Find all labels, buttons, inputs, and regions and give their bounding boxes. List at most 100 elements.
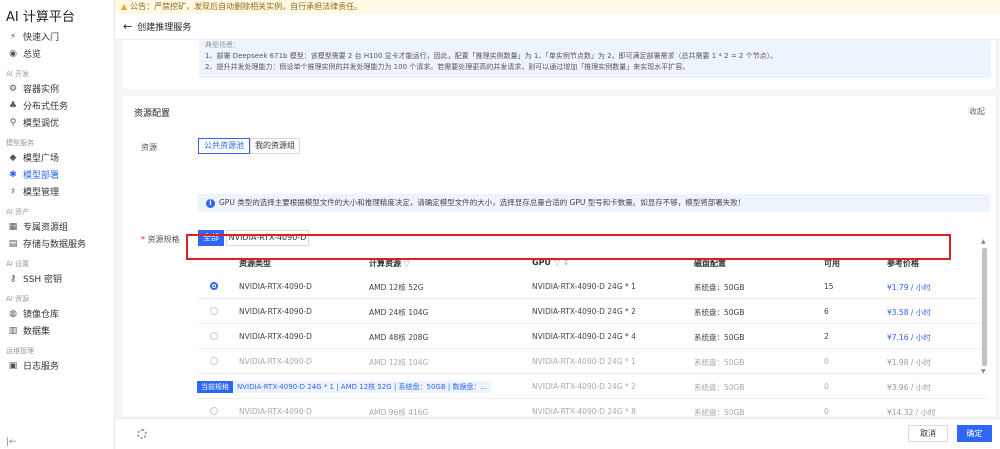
sidebar-item-layers[interactable]: ◆ 模型广场 [0,149,114,166]
cell-gpu: NVIDIA-RTX-4090-D 24G * 8 [532,407,636,416]
sidebar-item-label: 模型管理 [23,188,60,198]
scroll-down-icon[interactable]: ▼ [981,368,986,375]
sidebar-item-label: SSH 密钥 [23,275,63,285]
sidebar-item-resource-group[interactable]: ▦ 专属资源组 [0,218,114,235]
sidebar-item-network[interactable]: ♣ 分布式任务 [0,97,114,114]
cell-disk: 系统盘：50GB [694,308,745,317]
container-icon: ⚙ [8,83,18,94]
row-radio[interactable] [210,332,218,340]
row-radio [210,357,218,365]
sidebar-item-label: 总览 [23,50,42,60]
sidebar-item-dataset[interactable]: ▥ 数据集 [0,322,114,339]
footer-bar: 取消 确定 [115,418,1000,449]
cell-compute: AMD 12核 104G [369,358,429,367]
scenario-tip: 典型场景： 1、部署 Deepseek 671b 模型：该模型需要 2 台 H1… [199,40,991,78]
section-title: 资源配置 [134,109,171,119]
storage-icon: ▤ [8,238,18,249]
dashboard-icon: ◉ [9,48,17,59]
selection-highlight-box [186,234,951,260]
table-row[interactable]: NVIDIA-RTX-4090-D AMD 12核 52G NVIDIA-RTX-4… [198,274,988,299]
cell-avail: 2 [824,332,829,341]
cell-type: NVIDIA-RTX-4090-D [239,307,312,316]
log-icon: ▣ [8,360,18,371]
sidebar-item-label: 分布式任务 [23,102,69,112]
sidebar-group-title: AI 设置 [6,260,30,268]
sidebar-item-log[interactable]: ▣ 日志服务 [0,357,114,374]
sidebar-group-title: AI 资产 [6,208,30,216]
tune-icon: ⚲ [9,117,17,128]
sidebar-item-container[interactable]: ⚙ 容器实例 [0,80,114,97]
cell-compute: AMD 12核 52G [369,283,424,292]
tip-line-0: 典型场景： [205,41,240,49]
sidebar-item-label: 容器实例 [23,85,60,95]
table-row[interactable]: NVIDIA-RTX-4090-D AMD 48核 208G NVIDIA-RTX-… [198,324,988,349]
collapse-link[interactable]: 收起 [969,106,985,117]
table-row[interactable]: NVIDIA-RTX-4090-D AMD 24核 104G NVIDIA-RTX-… [198,299,988,324]
cell-price: ¥3.96 / 小时 [887,383,931,392]
cell-compute: AMD 48核 208G [369,333,429,342]
sidebar-item-storage[interactable]: ▤ 存储与数据服务 [0,235,114,252]
current-spec-text: NVIDIA-RTX-4090-D 24G * 1 | AMD 12核 52G … [233,381,492,393]
current-spec: 当前规格 NVIDIA-RTX-4090-D 24G * 1 | AMD 12核… [197,381,492,393]
cell-disk: 系统盘：50GB [694,358,745,367]
sidebar-item-deploy[interactable]: ✱ 模型部署 [0,166,114,183]
col-compute-label: 计算资源 [369,259,401,268]
sidebar-group-title: 模型服务 [6,139,34,147]
tip-line-1: 1、部署 Deepseek 671b 模型：该模型需要 2 台 H100 显卡才… [205,52,778,60]
cell-type: NVIDIA-RTX-4090-D [239,357,312,366]
sidebar-nav: ⚡ 快速入门 ◉ 总览 AI 开发 ⚙ 容器实例 ♣ 分布式任务 ⚲ 模型调优 模型服务 ◆ 模型广场 ✱ 模… [0,28,114,374]
row-radio[interactable] [210,307,218,315]
cell-gpu: NVIDIA-RTX-4090-D 24G * 4 [532,332,636,341]
key-icon: ⚷ [9,273,17,284]
cell-price: ¥7.16 / 小时 [887,333,931,342]
scroll-up-icon[interactable]: ▲ [981,238,986,245]
scroll-thumb[interactable] [982,248,987,366]
dataset-icon: ▥ [8,325,18,336]
cell-type: NVIDIA-RTX-4090-D [239,332,312,341]
cell-type: NVIDIA-RTX-4090-D [239,282,312,291]
sidebar-item-label: 模型部署 [23,171,60,181]
cell-disk: 系统盘：50GB [694,283,745,292]
collapse-sidebar-icon[interactable]: |← [6,437,17,447]
gpu-info-alert: i GPU 类型的选择主要根据模型文件的大小和推理精度决定，请确定模型文件的大小，… [198,194,990,212]
back-arrow-icon[interactable]: ← [123,20,132,33]
tip-card: 典型场景： 1、部署 Deepseek 671b 模型：该模型需要 2 台 H1… [123,40,995,89]
sidebar-item-label: 数据集 [23,327,51,337]
sidebar-item-image-repo[interactable]: ◍ 镜像仓库 [0,305,114,322]
tab-public-pool[interactable]: 公共资源池 [198,138,250,154]
sidebar-item-key[interactable]: ⚷ SSH 密钥 [0,270,114,287]
cell-avail: 0 [824,407,829,416]
cell-gpu: NVIDIA-RTX-4090-D 24G * 2 [532,307,636,316]
required-mark: * [141,235,145,244]
sidebar-item-model-manage[interactable]: ♯ 模型管理 [0,183,114,200]
lightning-icon: ⚡ [9,31,17,42]
tab-my-resource-group[interactable]: 我的资源组 [250,138,300,154]
model-manage-icon: ♯ [10,186,16,197]
row-radio[interactable] [210,282,218,290]
confirm-button[interactable]: 确定 [957,425,992,442]
sidebar-item-dashboard[interactable]: ◉ 总览 [0,45,114,62]
spec-label: * 资源规格 [141,234,180,245]
sidebar: AI 计算平台 ⚡ 快速入门 ◉ 总览 AI 开发 ⚙ 容器实例 ♣ 分布式任务 ⚲ 模型调优 模型服… [0,0,115,449]
table-row: NVIDIA-RTX-4090-D AMD 12核 104G NVIDIA-RTX-… [198,349,988,374]
source-label: 资源 [141,143,157,152]
current-spec-tag: 当前规格 [197,381,233,393]
cancel-button[interactable]: 取消 [908,425,948,442]
row-radio [210,407,218,415]
image-repo-icon: ◍ [9,308,17,319]
resource-group-icon: ▦ [8,221,18,232]
cell-compute: AMD 96核 416G [369,408,429,417]
main-content: 典型场景： 1、部署 Deepseek 671b 模型：该模型需要 2 台 H1… [123,40,995,424]
sidebar-item-label: 镜像仓库 [23,310,60,320]
notice-text: 公告：严禁挖矿，发现后自动删除相关实例，自行承担法律责任。 [130,2,363,11]
app-title: AI 计算平台 [6,10,75,25]
cell-disk: 系统盘：50GB [694,333,745,342]
sidebar-item-tune[interactable]: ⚲ 模型调优 [0,114,114,131]
sidebar-item-label: 存储与数据服务 [23,240,87,250]
sidebar-item-lightning[interactable]: ⚡ 快速入门 [0,28,114,45]
table-scrollbar[interactable]: ▲ ▼ [981,238,987,375]
page-header: ← 创建推理服务 [115,14,1000,40]
filter-icon[interactable]: ▽ [404,259,410,268]
info-text: GPU 类型的选择主要根据模型文件的大小和推理精度决定，请确定模型文件的大小，选… [219,198,746,207]
sidebar-item-label: 模型广场 [23,154,60,164]
